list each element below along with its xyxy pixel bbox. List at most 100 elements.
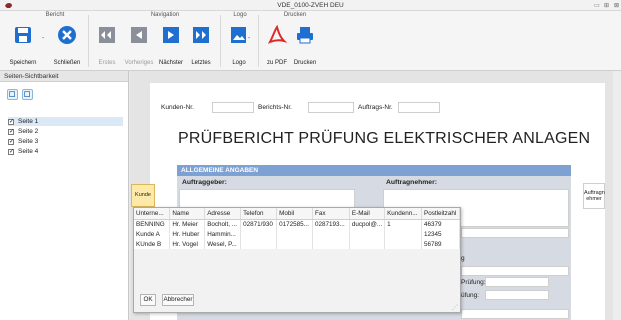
column-header-kundennummer[interactable]: Kundenn... <box>384 208 423 220</box>
group-label-bericht: Bericht <box>45 12 65 18</box>
page-item-1[interactable]: ✓ Seite 1 <box>8 117 123 126</box>
cell: Bocholt, ... <box>204 219 242 229</box>
kunden-nr-label: Kunden-Nr. <box>161 104 194 111</box>
last-record-icon <box>193 27 209 43</box>
cell: Hr. Meier <box>169 219 206 229</box>
minimize-icon[interactable]: ▭ <box>594 2 600 9</box>
group-label-drucken: Drucken <box>283 12 307 18</box>
vertical-scrollbar[interactable] <box>613 71 621 320</box>
maximize-icon[interactable]: ⊞ <box>604 2 609 9</box>
close-circle-icon <box>58 26 76 44</box>
cell: 46379 <box>421 219 460 229</box>
page-item-4[interactable]: ✓ Seite 4 <box>8 147 123 156</box>
title-bar: VDE_0100-ZVEH DEU ▭ ⊞ ⊠ <box>0 0 621 11</box>
column-header-name[interactable]: Name <box>169 208 206 220</box>
kunde-button[interactable]: Kunde <box>131 184 155 207</box>
logo-button[interactable]: Logo <box>224 24 254 70</box>
save-dropdown-icon[interactable]: - <box>42 35 44 42</box>
page-item-label: Seite 3 <box>18 138 39 145</box>
image-icon <box>231 27 246 43</box>
checkbox-page-4[interactable]: ✓ <box>8 148 14 155</box>
customer-lookup-popup: Unterne... Name Adresse Telefon Mobil Fa… <box>133 207 461 313</box>
cell: BENNING <box>134 219 171 229</box>
partial-label-uefung: üfung: <box>461 292 480 299</box>
cancel-button[interactable]: Abbrecher <box>162 294 194 306</box>
close-window-icon[interactable]: ⊠ <box>614 2 619 9</box>
bottom-input[interactable] <box>461 309 569 319</box>
kunden-nr-input[interactable] <box>212 102 254 113</box>
previous-record-icon <box>131 27 147 43</box>
auftrags-nr-label: Auftrags-Nr. <box>358 104 393 111</box>
page-visibility-header: Seiten-Sichtbarkeit <box>0 71 128 82</box>
select-all-pages-button[interactable] <box>7 89 18 100</box>
cell <box>240 229 278 239</box>
cell <box>384 229 423 239</box>
resize-grip-icon[interactable]: ⋰ <box>452 304 458 311</box>
column-header-adresse[interactable]: Adresse <box>204 208 242 220</box>
cell <box>240 239 278 249</box>
auftragnehmer-button-label-2: ehmer <box>586 196 602 202</box>
column-header-postleitzahl[interactable]: Postleitzahl <box>421 208 460 220</box>
page-item-label: Seite 1 <box>18 118 39 125</box>
cell <box>312 239 350 249</box>
cell: Hr. Vogel <box>169 239 206 249</box>
column-header-email[interactable]: E-Mail <box>349 208 386 220</box>
pruefung-input[interactable] <box>485 277 549 287</box>
save-icon <box>15 27 31 43</box>
uncheck-pages-icon <box>24 91 30 97</box>
table-row[interactable]: KUnde B Hr. Vogel Wesel, P... 56789 <box>134 239 460 249</box>
close-button-label: Schließen <box>53 60 81 66</box>
cell <box>276 229 314 239</box>
cell: Kunde A <box>134 229 171 239</box>
save-button-label: Speichern <box>9 60 37 66</box>
cell: 1 <box>384 219 423 229</box>
group-label-logo: Logo <box>233 12 247 18</box>
partial-label-pruefung: Prüfung: <box>461 279 486 286</box>
cell <box>349 229 386 239</box>
table-row[interactable]: BENNING Hr. Meier Bocholt, ... 02871/930… <box>134 219 460 229</box>
page-item-3[interactable]: ✓ Seite 3 <box>8 137 123 146</box>
cell: 0172585... <box>276 219 314 229</box>
auftragnehmer-button[interactable]: Auftragn ehmer <box>583 183 605 209</box>
print-button[interactable]: Drucken <box>290 24 320 70</box>
cell <box>349 239 386 249</box>
section-header-allgemeine-angaben: ALLGEMEINE ANGABEN <box>177 165 571 176</box>
page-item-label: Seite 2 <box>18 128 39 135</box>
auftragnehmer-extra-input[interactable] <box>461 228 569 238</box>
cell: 12345 <box>421 229 460 239</box>
ok-button[interactable]: OK <box>140 294 156 306</box>
berichts-nr-label: Berichts-Nr. <box>258 104 292 111</box>
page-item-2[interactable]: ✓ Seite 2 <box>8 127 123 136</box>
partial-label-g: g <box>461 255 465 262</box>
column-header-mobil[interactable]: Mobil <box>276 208 314 220</box>
column-header-unternehmen[interactable]: Unterne... <box>134 208 171 220</box>
cell <box>312 229 350 239</box>
auftraggeber-label: Auftraggeber: <box>182 179 227 186</box>
checkbox-page-2[interactable]: ✓ <box>8 128 14 135</box>
save-button[interactable]: Speichern <box>8 24 38 70</box>
table-row[interactable]: Kunde A Hr. Huber Hammin... 12345 <box>134 229 460 239</box>
cell <box>276 239 314 249</box>
last-button[interactable]: Letztes <box>186 24 216 70</box>
field-input-g[interactable] <box>461 266 569 276</box>
group-label-navigation: Navigation <box>150 12 180 18</box>
uefung-input[interactable] <box>485 290 549 300</box>
report-title: PRÜFBERICHT PRÜFUNG ELEKTRISCHER ANLAGEN <box>178 130 591 147</box>
pdf-icon <box>267 24 288 44</box>
check-pages-icon <box>9 91 15 97</box>
column-header-telefon[interactable]: Telefon <box>240 208 278 220</box>
column-header-fax[interactable]: Fax <box>312 208 350 220</box>
checkbox-page-1[interactable]: ✓ <box>8 118 14 125</box>
logo-button-label: Logo <box>232 60 246 66</box>
cell <box>384 239 423 249</box>
logo-dropdown-icon[interactable]: - <box>248 35 250 42</box>
berichts-nr-input[interactable] <box>308 102 354 113</box>
checkbox-page-3[interactable]: ✓ <box>8 138 14 145</box>
deselect-all-pages-button[interactable] <box>22 89 33 100</box>
auftrags-nr-input[interactable] <box>398 102 440 113</box>
window-title: VDE_0100-ZVEH DEU <box>277 2 344 9</box>
print-button-label: Drucken <box>293 60 317 66</box>
cell: 0287193... <box>312 219 350 229</box>
page-item-label: Seite 4 <box>18 148 39 155</box>
close-button[interactable]: Schließen <box>52 24 82 70</box>
